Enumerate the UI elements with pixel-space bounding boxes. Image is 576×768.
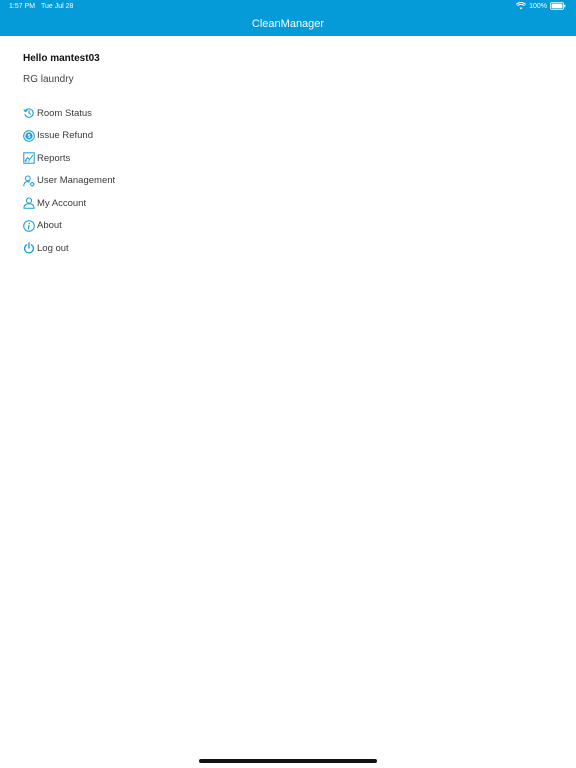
menu-label: User Management xyxy=(37,175,116,187)
wifi-icon xyxy=(516,2,527,10)
menu-label: Issue Refund xyxy=(37,130,93,142)
svg-text:$: $ xyxy=(27,134,30,140)
menu-label: My Account xyxy=(37,197,87,209)
menu-label: Log out xyxy=(37,242,69,254)
battery-icon xyxy=(550,2,566,10)
home-indicator[interactable] xyxy=(199,759,377,763)
menu-item-user-management[interactable]: User Management xyxy=(22,170,115,193)
info-icon xyxy=(22,219,35,232)
menu-label: Reports xyxy=(37,152,71,164)
history-icon xyxy=(22,107,35,120)
user-icon xyxy=(22,197,35,210)
menu-item-my-account[interactable]: My Account xyxy=(22,192,115,215)
menu-item-about[interactable]: About xyxy=(22,215,115,238)
menu-item-log-out[interactable]: Log out xyxy=(22,237,115,260)
menu-item-room-status[interactable]: Room Status xyxy=(22,102,115,125)
user-greeting: Hello mantest03 xyxy=(23,53,100,64)
menu-item-issue-refund[interactable]: $ Issue Refund xyxy=(22,125,115,148)
app-screen: 1:57 PM Tue Jul 28 100% CleanManager Hel… xyxy=(0,0,576,768)
status-bar: 1:57 PM Tue Jul 28 100% xyxy=(0,0,576,14)
main-menu: Room Status $ Issue Refund Reports User … xyxy=(22,102,115,260)
header-bar: 1:57 PM Tue Jul 28 100% CleanManager xyxy=(0,0,576,36)
user-location: RG laundry xyxy=(23,74,74,85)
status-date: Tue Jul 28 xyxy=(41,3,74,10)
power-icon xyxy=(22,242,35,255)
battery-percent: 100% xyxy=(529,2,547,10)
user-gear-icon xyxy=(22,174,35,187)
status-time: 1:57 PM xyxy=(9,3,36,10)
refund-icon: $ xyxy=(22,129,35,142)
chart-icon xyxy=(22,152,35,165)
status-indicators: 100% xyxy=(516,2,566,10)
menu-item-reports[interactable]: Reports xyxy=(22,147,115,170)
app-title: CleanManager xyxy=(251,18,325,30)
menu-label: Room Status xyxy=(37,107,92,119)
menu-label: About xyxy=(37,220,62,232)
